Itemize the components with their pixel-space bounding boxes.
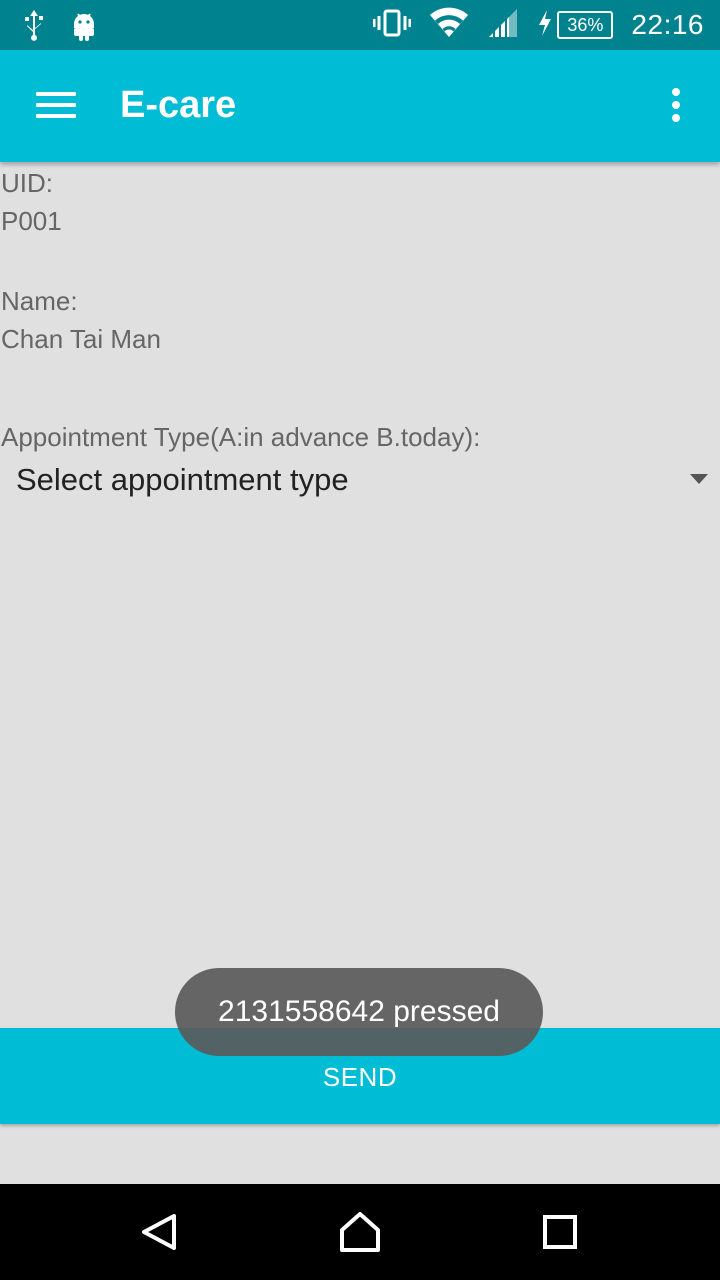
signal-icon xyxy=(487,7,519,43)
battery-indicator: 36% xyxy=(537,9,614,41)
back-triangle-icon[interactable] xyxy=(130,1202,190,1262)
hamburger-menu-icon[interactable] xyxy=(36,92,76,122)
navigation-bar xyxy=(0,1184,720,1280)
toast-message: 2131558642 pressed xyxy=(175,968,543,1056)
send-button-label: SEND xyxy=(322,1062,398,1092)
status-bar: 36% 22:16 xyxy=(0,0,720,50)
charging-icon xyxy=(537,9,553,41)
vibrate-icon xyxy=(372,8,412,42)
recents-square-icon[interactable] xyxy=(530,1202,590,1262)
name-label: Name: xyxy=(1,286,78,316)
name-value: Chan Tai Man xyxy=(1,324,161,354)
battery-percent: 36% xyxy=(557,11,614,39)
app-toolbar: E-care xyxy=(0,50,720,162)
android-icon xyxy=(70,8,98,46)
clock: 22:16 xyxy=(631,9,704,40)
appointment-type-selected: Select appointment type xyxy=(16,462,349,497)
more-vert-icon[interactable] xyxy=(672,88,682,128)
appointment-type-label: Appointment Type(A:in advance B.today): xyxy=(1,422,481,452)
uid-value: P001 xyxy=(1,206,62,236)
app-title: E-care xyxy=(120,84,237,126)
home-icon[interactable] xyxy=(330,1202,390,1262)
appointment-type-select[interactable]: Select appointment type xyxy=(0,456,720,504)
toast-text: 2131558642 pressed xyxy=(218,995,500,1028)
uid-label: UID: xyxy=(1,168,53,198)
dropdown-arrow-icon xyxy=(690,474,708,484)
wifi-icon xyxy=(429,7,469,43)
usb-icon xyxy=(22,8,46,46)
